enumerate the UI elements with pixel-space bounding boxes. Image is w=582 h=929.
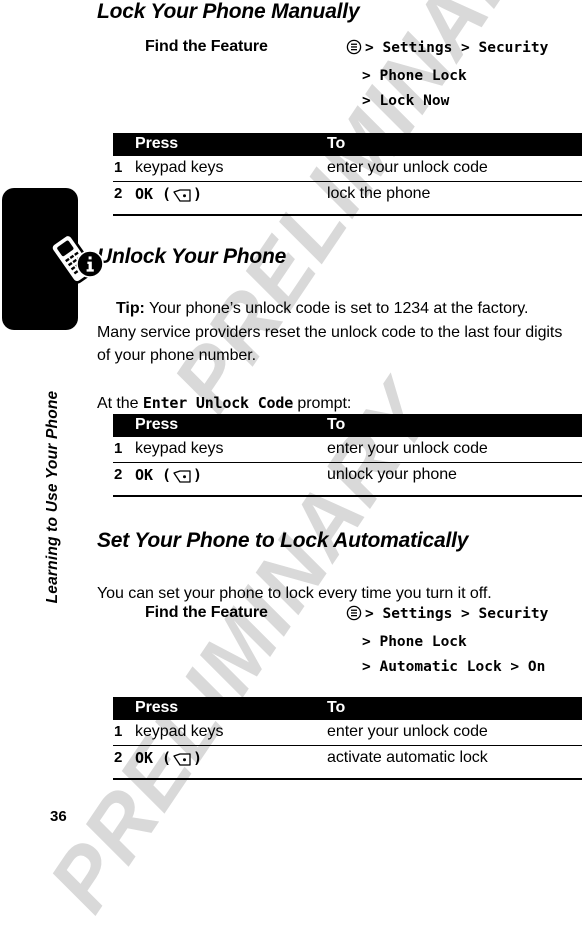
- table-header-row: Press To: [113, 414, 582, 437]
- find-the-feature-path: > Settings > Security > Phone Lock > Loc…: [346, 36, 548, 114]
- table-bottom-rule: [113, 495, 582, 497]
- tip-label: Tip:: [116, 300, 145, 317]
- table-row: 1 keypad keys enter your unlock code: [113, 156, 582, 182]
- table-header-press: Press: [135, 414, 327, 437]
- menu-icon: [346, 39, 362, 64]
- menu-path-line-1: > Settings > Security: [346, 36, 548, 64]
- menu-path-text-1: > Settings > Security: [365, 40, 549, 56]
- table-header-row: Press To: [113, 133, 582, 156]
- step-to: activate automatic lock: [327, 749, 488, 766]
- press-to-table: Press To 1 keypad keys enter your unlock…: [113, 414, 582, 497]
- table-header-num: [113, 414, 135, 437]
- step-number: 1: [113, 437, 135, 463]
- step-press-label: OK: [135, 185, 153, 203]
- section-title-auto-lock: Set Your Phone to Lock Automatically: [97, 529, 469, 552]
- softkey-icon: [172, 753, 192, 771]
- page-content: Lock Your Phone Manually Find the Featur…: [95, 0, 582, 837]
- table-bottom-rule: [113, 778, 582, 780]
- prompt-suffix: prompt:: [293, 395, 352, 412]
- softkey-icon: [172, 470, 192, 488]
- table-header-to: To: [327, 414, 582, 437]
- table-row: 1 keypad keys enter your unlock code: [113, 437, 582, 463]
- section-title-lock-manually: Lock Your Phone Manually: [97, 0, 360, 23]
- table-header-num: [113, 133, 135, 156]
- softkey-icon: [172, 189, 192, 207]
- step-number: 1: [113, 720, 135, 746]
- find-the-feature-label: Find the Feature: [145, 38, 268, 55]
- find-the-feature-label: Find the Feature: [145, 604, 268, 621]
- tip-text: Your phone’s unlock code is set to 1234 …: [97, 300, 563, 364]
- press-to-table: Press To 1 keypad keys enter your unlock…: [113, 133, 582, 216]
- find-the-feature-path: > Settings > Security > Phone Lock > Aut…: [346, 602, 548, 680]
- menu-path-text-1: > Settings > Security: [365, 606, 549, 622]
- page-number: 36: [50, 808, 67, 825]
- table-bottom-rule: [113, 214, 582, 216]
- table-header-to: To: [327, 697, 582, 720]
- step-number: 1: [113, 156, 135, 182]
- table-row: 2 OK () lock the phone: [113, 182, 582, 212]
- step-press-label: OK: [135, 749, 153, 767]
- step-press-label: OK: [135, 466, 153, 484]
- tip-paragraph: Tip: Your phone’s unlock code is set to …: [97, 297, 570, 368]
- step-to: enter your unlock code: [327, 720, 582, 746]
- step-press: keypad keys: [135, 156, 327, 182]
- prompt-string: Enter Unlock Code: [142, 394, 294, 412]
- info-badge-icon: [76, 250, 104, 283]
- menu-path-line-3: > Lock Now: [362, 93, 450, 109]
- chapter-label: Learning to Use Your Phone: [44, 390, 61, 604]
- menu-path-line-1: > Settings > Security: [346, 602, 548, 630]
- menu-icon: [346, 605, 362, 630]
- table-header-to: To: [327, 133, 582, 156]
- prompt-paragraph: At the Enter Unlock Code prompt:: [97, 392, 570, 416]
- step-press: keypad keys: [135, 437, 327, 463]
- menu-path-line-2: > Phone Lock: [362, 68, 467, 84]
- table-header-press: Press: [135, 697, 327, 720]
- step-number: 2: [114, 466, 123, 483]
- table-header-press: Press: [135, 133, 327, 156]
- table-row: 2 OK () activate automatic lock: [113, 746, 582, 776]
- step-press: keypad keys: [135, 720, 327, 746]
- step-to: enter your unlock code: [327, 156, 582, 182]
- table-row: 1 keypad keys enter your unlock code: [113, 720, 582, 746]
- step-press: OK (): [135, 746, 327, 776]
- table-header-num: [113, 697, 135, 720]
- step-number: 2: [114, 749, 123, 766]
- prompt-prefix: At the: [97, 395, 143, 412]
- menu-path-line-3: > Automatic Lock > On: [362, 659, 546, 675]
- step-to: enter your unlock code: [327, 437, 582, 463]
- table-row: 2 OK () unlock your phone: [113, 463, 582, 493]
- step-number: 2: [114, 185, 123, 202]
- step-press: OK (): [135, 463, 327, 493]
- table-header-row: Press To: [113, 697, 582, 720]
- step-to: lock the phone: [327, 185, 431, 202]
- section-title-unlock: Unlock Your Phone: [97, 245, 287, 268]
- sidebar: Learning to Use Your Phone 36: [0, 0, 104, 837]
- menu-path-line-2: > Phone Lock: [362, 634, 467, 650]
- step-to: unlock your phone: [327, 466, 457, 483]
- step-press: OK (): [135, 182, 327, 212]
- press-to-table: Press To 1 keypad keys enter your unlock…: [113, 697, 582, 780]
